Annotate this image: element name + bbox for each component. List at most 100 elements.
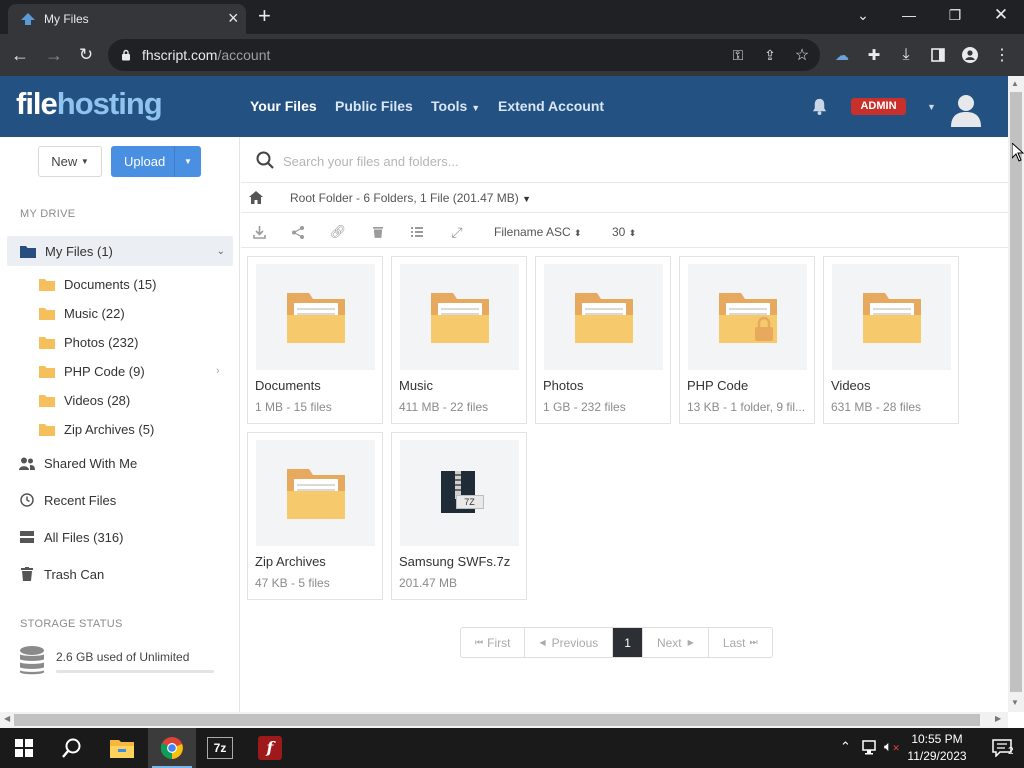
vertical-scrollbar-thumb[interactable] — [1010, 92, 1022, 692]
item-meta: 631 MB - 28 files — [831, 400, 922, 414]
profile-icon[interactable] — [956, 34, 984, 76]
downloads-icon[interactable]: ⤓ — [892, 34, 920, 76]
share-icon[interactable]: ⇪ — [756, 34, 784, 76]
sidebar-folder-music[interactable]: Music (22) — [0, 299, 240, 327]
key-icon[interactable]: ⚿ — [724, 34, 752, 76]
sort-select[interactable]: Filename ASC ⬍ — [494, 225, 582, 239]
sidebar-folder-videos[interactable]: Videos (28) — [0, 386, 240, 414]
folder-card-documents[interactable]: Documents 1 MB - 15 files — [247, 256, 383, 424]
reload-icon[interactable]: ↻ — [72, 34, 100, 76]
sidebar-folder-zip-archives[interactable]: Zip Archives (5) — [0, 415, 240, 443]
file-explorer-icon[interactable] — [98, 728, 146, 768]
share-icon[interactable] — [290, 224, 306, 240]
network-icon[interactable] — [862, 740, 880, 756]
tab-title: My Files — [44, 12, 89, 26]
sidebar-folder-photos[interactable]: Photos (232) — [0, 328, 240, 356]
sidebar-item-all-files[interactable]: All Files (316) — [0, 523, 240, 551]
pagination-current[interactable]: 1 — [613, 628, 643, 657]
nav-tools[interactable]: Tools ▼ — [431, 98, 480, 114]
nav-extend-account[interactable]: Extend Account — [498, 98, 604, 114]
tab-close-icon[interactable]: × — [228, 7, 239, 29]
pagination-last[interactable]: Last ⏭ — [709, 628, 772, 657]
upload-dropdown-icon[interactable]: ▼ — [174, 146, 201, 177]
notification-center-icon[interactable] — [978, 728, 1024, 768]
sidebar-item-my-files[interactable]: My Files (1) ⌄ — [7, 236, 233, 266]
chevron-down-icon[interactable]: ⌄ — [217, 246, 225, 257]
sidebar-folder-documents[interactable]: Documents (15) — [0, 270, 240, 298]
download-icon[interactable] — [251, 224, 267, 240]
folder-card-videos[interactable]: Videos 631 MB - 28 files — [823, 256, 959, 424]
user-avatar-icon[interactable] — [950, 93, 982, 127]
storage-text: 2.6 GB used of Unlimited — [56, 650, 190, 664]
upload-button[interactable]: Upload ▼ — [111, 146, 201, 177]
7zip-icon[interactable]: 7z — [196, 728, 244, 768]
fullscreen-icon[interactable]: ⤢ — [449, 224, 465, 240]
search-input[interactable]: Search your files and folders... — [283, 154, 459, 169]
item-meta: 201.47 MB — [399, 576, 458, 590]
breadcrumb[interactable]: Root Folder - 6 Folders, 1 File (201.47 … — [290, 191, 531, 205]
close-window-icon[interactable]: ✕ — [978, 0, 1024, 30]
chrome-icon[interactable] — [148, 728, 196, 768]
sort-icon: ⬍ — [574, 228, 582, 238]
search-icon[interactable] — [256, 151, 274, 169]
item-meta: 13 KB - 1 folder, 9 fil... — [687, 400, 806, 414]
folder-card-php-code[interactable]: PHP Code 13 KB - 1 folder, 9 fil... — [679, 256, 815, 424]
address-bar[interactable]: fhscript.com/account ⚿ ⇪ ☆ — [108, 39, 820, 71]
nav-your-files[interactable]: Your Files — [250, 98, 317, 114]
start-icon[interactable] — [0, 728, 48, 768]
flash-player-icon[interactable]: f — [246, 728, 294, 768]
pagination-first[interactable]: ⏮ First — [461, 628, 526, 657]
sidebar-item-recent-files[interactable]: Recent Files — [0, 486, 240, 514]
notification-bell-icon[interactable] — [810, 97, 829, 116]
scroll-left-icon[interactable]: ◀ — [4, 714, 10, 723]
file-card-samsung-swfs-7z[interactable]: 7Z Samsung SWFs.7z 201.47 MB — [391, 432, 527, 600]
home-icon[interactable] — [249, 191, 263, 204]
chevron-down-icon: ▼ — [80, 157, 89, 166]
item-meta: 1 MB - 15 files — [255, 400, 332, 414]
folder-card-zip-archives[interactable]: Zip Archives 47 KB - 5 files — [247, 432, 383, 600]
chevron-right-icon[interactable]: › — [216, 365, 220, 377]
extensions-puzzle-icon[interactable]: ✚ — [860, 34, 888, 76]
scroll-right-icon[interactable]: ▶ — [995, 714, 1001, 723]
folder-card-photos[interactable]: Photos 1 GB - 232 files — [535, 256, 671, 424]
extension-cloud-icon[interactable]: ☁ — [828, 34, 856, 76]
folder-icon — [38, 365, 56, 378]
pagination-next[interactable]: Next ▶ — [643, 628, 709, 657]
storage-status-heading: STORAGE STATUS — [20, 618, 123, 630]
pagination-previous[interactable]: ◀ Previous — [525, 628, 614, 657]
folder-icon — [256, 264, 375, 370]
tab-search-icon[interactable]: ⌄ — [840, 0, 886, 30]
delete-icon[interactable] — [370, 224, 386, 240]
browser-menu-icon[interactable]: ⋮ — [988, 34, 1016, 76]
per-page-select[interactable]: 30 ⬍ — [612, 225, 636, 239]
sidebar-item-shared-with-me[interactable]: Shared With Me — [0, 449, 240, 477]
new-tab-icon[interactable]: + — [258, 2, 271, 30]
show-hidden-icons-icon[interactable]: ⌃ — [840, 739, 851, 755]
logo[interactable]: filehosting — [16, 86, 163, 122]
user-menu-chevron-icon[interactable]: ▼ — [927, 102, 936, 112]
minimize-icon[interactable]: — — [886, 0, 932, 30]
back-icon[interactable]: ← — [6, 34, 34, 76]
locked-folder-icon — [688, 264, 807, 370]
folder-card-music[interactable]: Music 411 MB - 22 files — [391, 256, 527, 424]
nav-public-files[interactable]: Public Files — [335, 98, 413, 114]
link-icon[interactable]: 🔗︎ — [330, 224, 347, 240]
sidebar-folder-php-code[interactable]: PHP Code (9) › — [0, 357, 240, 385]
taskbar-search-icon[interactable] — [48, 728, 96, 768]
sidebar-item-trash-can[interactable]: Trash Can — [0, 560, 240, 588]
side-panel-icon[interactable] — [924, 34, 952, 76]
scroll-down-icon[interactable]: ▼ — [1011, 698, 1019, 707]
forward-icon[interactable]: → — [40, 34, 68, 76]
scroll-up-icon[interactable]: ▲ — [1011, 79, 1019, 88]
browser-tab[interactable]: My Files × — [8, 4, 246, 34]
restore-icon[interactable]: ❐ — [932, 0, 978, 30]
my-drive-heading: MY DRIVE — [20, 208, 76, 220]
bookmark-star-icon[interactable]: ☆ — [788, 34, 816, 76]
horizontal-scrollbar-thumb[interactable] — [14, 714, 980, 726]
volume-muted-icon[interactable]: 🔈︎✕ — [884, 738, 900, 755]
list-view-icon[interactable] — [409, 224, 425, 240]
previous-icon: ◀ — [539, 638, 546, 647]
first-page-icon: ⏮ — [475, 637, 484, 647]
taskbar-clock[interactable]: 10:55 PM 11/29/2023 — [902, 731, 972, 765]
new-button[interactable]: New ▼ — [38, 146, 102, 177]
